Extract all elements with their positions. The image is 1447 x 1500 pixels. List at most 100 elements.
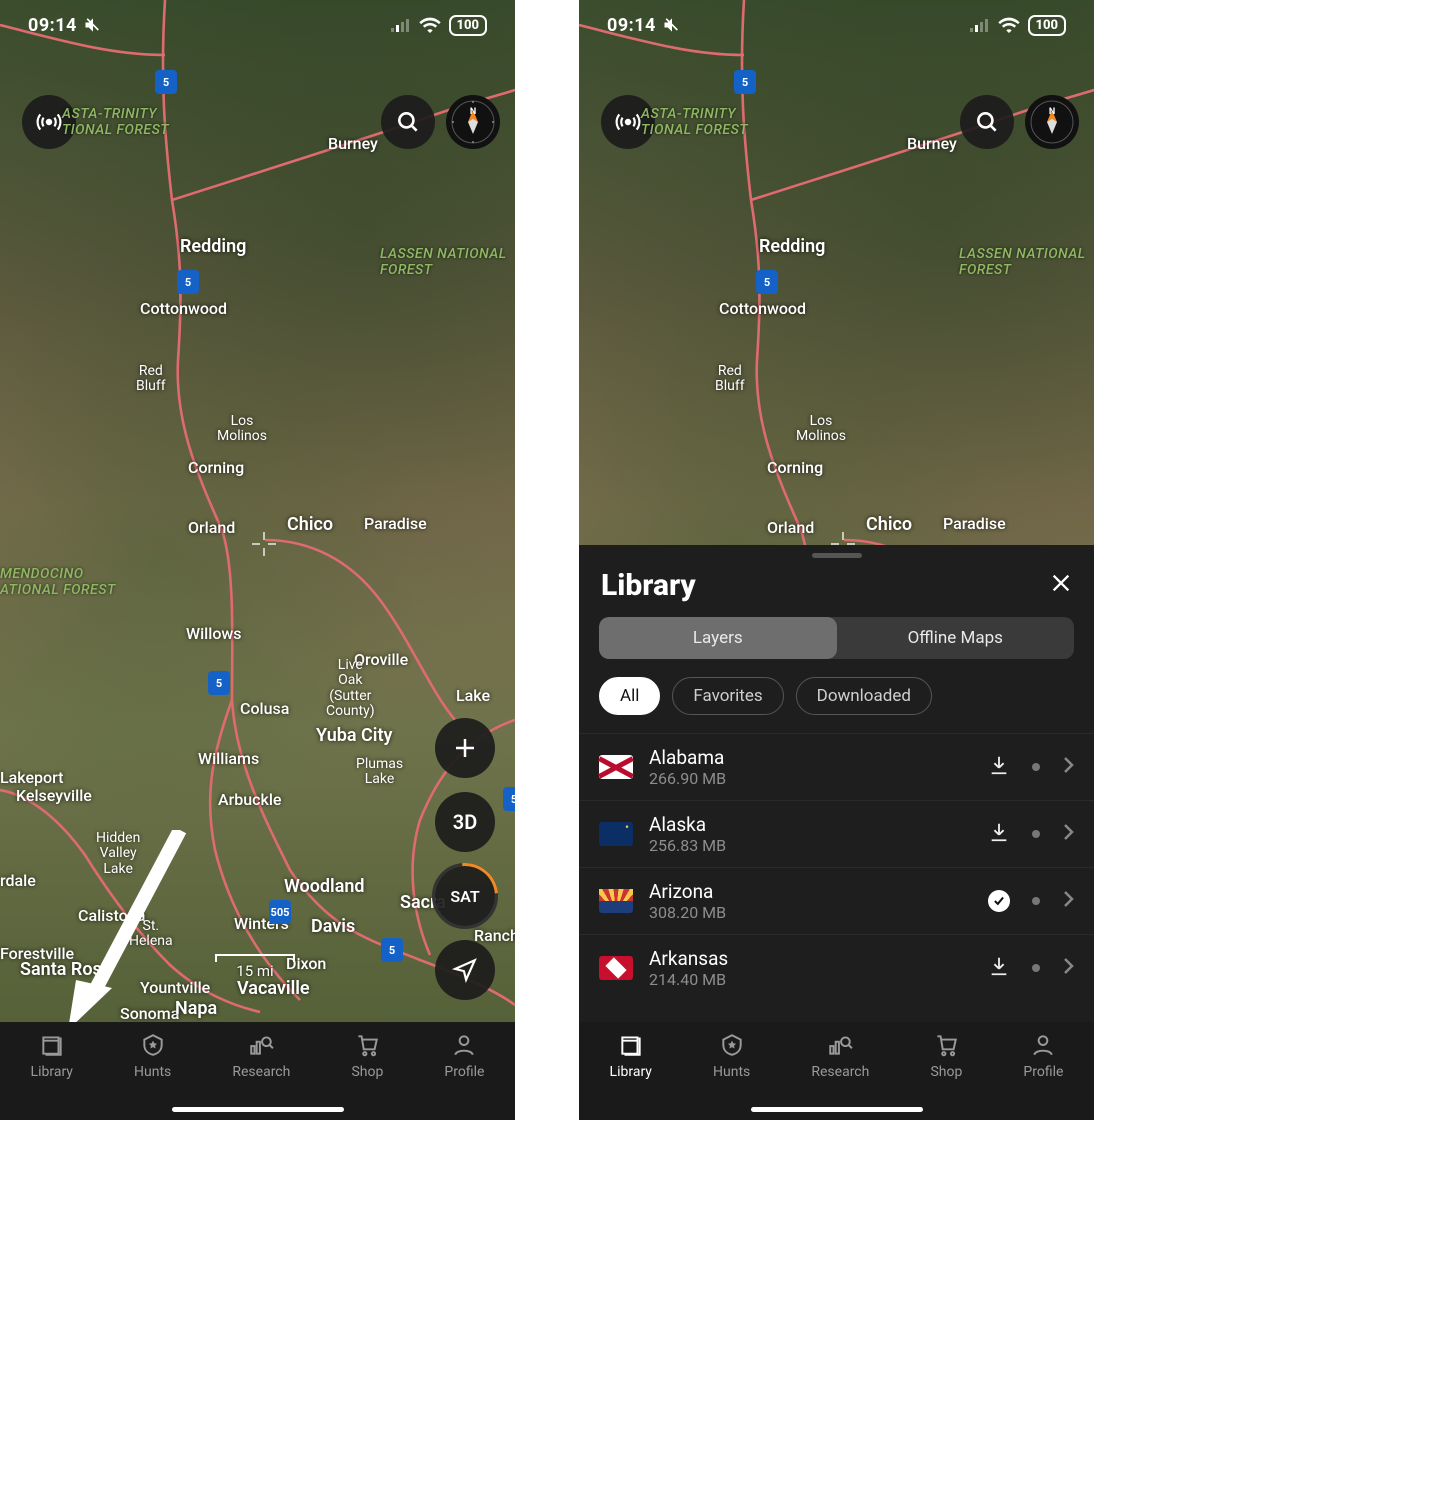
- city-label: Corning: [767, 458, 823, 477]
- home-indicator: [751, 1107, 923, 1112]
- hunts-icon: [139, 1032, 167, 1058]
- cellular-icon: [970, 18, 990, 32]
- interstate-shield: 5: [208, 671, 230, 695]
- city-label: Chico: [866, 514, 912, 535]
- status-dot: [1032, 964, 1040, 972]
- state-row[interactable]: Arizona 308.20 MB: [579, 867, 1094, 934]
- status-time: 09:14: [28, 15, 77, 36]
- city-label: LosMolinos: [217, 414, 267, 445]
- city-label: Corning: [188, 458, 244, 477]
- tab-label: Profile: [444, 1064, 484, 1080]
- tab-library[interactable]: Library: [610, 1032, 652, 1080]
- 3d-button[interactable]: 3D: [435, 792, 495, 852]
- locate-icon: [452, 957, 478, 983]
- tab-hunts[interactable]: Hunts: [713, 1032, 750, 1080]
- library-icon: [617, 1032, 645, 1058]
- tab-label: Library: [610, 1064, 652, 1080]
- chevron-right-icon: [1062, 823, 1074, 845]
- search-icon: [974, 109, 1000, 135]
- city-label: Burney: [328, 134, 378, 153]
- tab-label: Profile: [1023, 1064, 1063, 1080]
- city-label: Arbuckle: [218, 790, 282, 809]
- forest-label: MENDOCINOATIONAL FOREST: [0, 566, 116, 598]
- library-segmented[interactable]: Layers Offline Maps: [599, 617, 1074, 659]
- download-button[interactable]: [988, 754, 1010, 780]
- profile-icon: [450, 1032, 478, 1058]
- research-icon: [247, 1032, 275, 1058]
- state-list: Alabama 266.90 MB Alaska 256.83 MB Arizo…: [579, 733, 1094, 1022]
- tab-shop[interactable]: Shop: [930, 1032, 962, 1080]
- sheet-grabber[interactable]: [812, 553, 862, 558]
- interstate-shield: 5: [381, 938, 403, 962]
- locate-button[interactable]: [435, 940, 495, 1000]
- compass-button[interactable]: N: [1025, 95, 1079, 149]
- cellular-icon: [391, 18, 411, 32]
- status-bar: 09:14 100: [0, 0, 515, 50]
- chip-downloaded[interactable]: Downloaded: [796, 677, 932, 715]
- state-size: 266.90 MB: [649, 769, 972, 788]
- city-label: Redding: [759, 236, 825, 257]
- city-label: Orland: [767, 518, 814, 537]
- state-row[interactable]: Arkansas 214.40 MB: [579, 934, 1094, 1001]
- tab-label: Library: [31, 1064, 73, 1080]
- tab-profile[interactable]: Profile: [444, 1032, 484, 1080]
- tab-shop[interactable]: Shop: [351, 1032, 383, 1080]
- search-button[interactable]: [960, 95, 1014, 149]
- city-label: Davis: [311, 916, 355, 937]
- mute-icon: [83, 15, 103, 35]
- close-icon: [1050, 572, 1072, 594]
- tab-offline-maps[interactable]: Offline Maps: [837, 617, 1075, 659]
- tab-library[interactable]: Library: [31, 1032, 73, 1080]
- city-label: Redding: [180, 236, 246, 257]
- state-row[interactable]: Alaska 256.83 MB: [579, 800, 1094, 867]
- map-scale: 15 mi: [215, 954, 295, 980]
- screen-library: 09:14 100 N ASTA-TRINITYTIONAL FORESTLAS…: [579, 0, 1094, 1120]
- mute-icon: [662, 15, 682, 35]
- city-label: Kelseyville: [16, 786, 92, 805]
- tab-research[interactable]: Research: [232, 1032, 290, 1080]
- tab-research[interactable]: Research: [811, 1032, 869, 1080]
- download-button[interactable]: [988, 955, 1010, 981]
- hunts-icon: [718, 1032, 746, 1058]
- add-button[interactable]: [435, 718, 495, 778]
- interstate-shield: 5: [756, 270, 778, 294]
- chip-all[interactable]: All: [599, 677, 660, 715]
- tab-label: Hunts: [713, 1064, 750, 1080]
- plus-icon: [453, 736, 477, 760]
- state-flag: [599, 755, 633, 779]
- chip-favorites[interactable]: Favorites: [672, 677, 783, 715]
- svg-text:N: N: [1049, 107, 1055, 117]
- tab-hunts[interactable]: Hunts: [134, 1032, 171, 1080]
- search-button[interactable]: [381, 95, 435, 149]
- city-label: Cottonwood: [719, 299, 806, 318]
- forest-label: LASSEN NATIONALFOREST: [959, 246, 1086, 278]
- compass-button[interactable]: N: [446, 95, 500, 149]
- status-dot: [1032, 897, 1040, 905]
- wifi-icon: [998, 17, 1020, 33]
- city-label: LiveOak(SutterCounty): [326, 658, 375, 720]
- download-button[interactable]: [988, 821, 1010, 847]
- state-flag: [599, 889, 633, 913]
- city-label: Paradise: [364, 514, 427, 533]
- tab-layers[interactable]: Layers: [599, 617, 837, 659]
- interstate-shield: 5: [734, 70, 756, 94]
- forest-label: ASTA-TRINITYTIONAL FOREST: [641, 106, 748, 138]
- state-name: Alabama: [649, 746, 972, 769]
- status-dot: [1032, 763, 1040, 771]
- state-row[interactable]: Alabama 266.90 MB: [579, 733, 1094, 800]
- tab-profile[interactable]: Profile: [1023, 1032, 1063, 1080]
- search-icon: [395, 109, 421, 135]
- svg-text:N: N: [470, 107, 476, 117]
- chevron-right-icon: [1062, 890, 1074, 912]
- city-label: Woodland: [284, 876, 365, 897]
- battery-badge: 100: [1028, 15, 1067, 36]
- city-label: Yuba City: [316, 725, 392, 746]
- layer-button[interactable]: SAT: [435, 866, 495, 926]
- wifi-icon: [419, 17, 441, 33]
- close-button[interactable]: [1050, 572, 1072, 600]
- city-label: Orland: [188, 518, 235, 537]
- chevron-right-icon: [1062, 756, 1074, 778]
- city-label: Burney: [907, 134, 957, 153]
- shop-icon: [932, 1032, 960, 1058]
- status-dot: [1032, 830, 1040, 838]
